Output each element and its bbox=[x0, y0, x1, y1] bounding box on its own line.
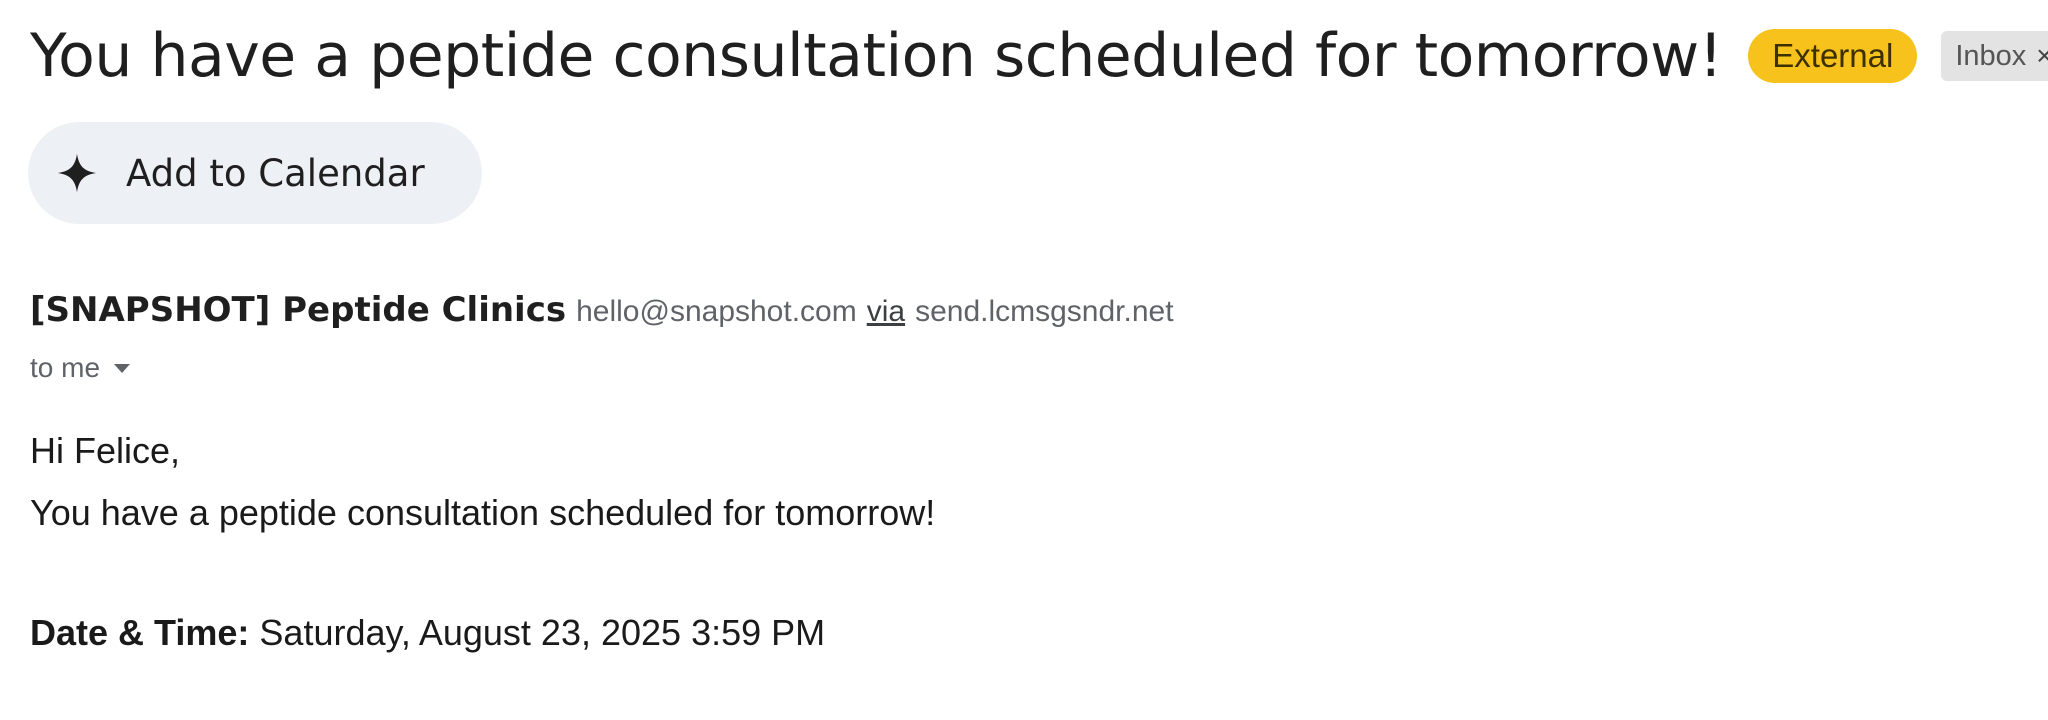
sender-email: hello@snapshot.com bbox=[576, 295, 857, 328]
caret-down-icon bbox=[114, 363, 131, 373]
inbox-label-chip[interactable]: Inbox × bbox=[1941, 31, 2048, 81]
appointment-datetime: Date & Time: Saturday, August 23, 2025 3… bbox=[30, 612, 825, 654]
sender-row: [SNAPSHOT] Peptide Clinics hello@snapsho… bbox=[30, 290, 1174, 330]
datetime-label: Date & Time: bbox=[30, 612, 250, 653]
datetime-value: Saturday, August 23, 2025 3:59 PM bbox=[259, 612, 826, 653]
sparkle-icon bbox=[57, 153, 97, 193]
via-link[interactable]: via bbox=[867, 295, 905, 329]
add-to-calendar-button[interactable]: Add to Calendar bbox=[28, 122, 482, 224]
email-body-line: You have a peptide consultation schedule… bbox=[30, 492, 936, 533]
email-greeting: Hi Felice, bbox=[30, 430, 181, 471]
sender-name[interactable]: [SNAPSHOT] Peptide Clinics bbox=[30, 290, 566, 330]
email-subject: You have a peptide consultation schedule… bbox=[30, 21, 1723, 91]
via-domain: send.lcmsgsndr.net bbox=[915, 295, 1174, 328]
inbox-label-text: Inbox bbox=[1955, 40, 2027, 72]
external-badge: External bbox=[1748, 29, 1918, 83]
recipient-details-toggle[interactable]: to me bbox=[30, 352, 131, 384]
subject-row: You have a peptide consultation schedule… bbox=[30, 18, 2048, 94]
remove-label-icon[interactable]: × bbox=[2036, 39, 2048, 73]
to-me-label: to me bbox=[30, 352, 101, 383]
add-to-calendar-label: Add to Calendar bbox=[126, 151, 425, 195]
